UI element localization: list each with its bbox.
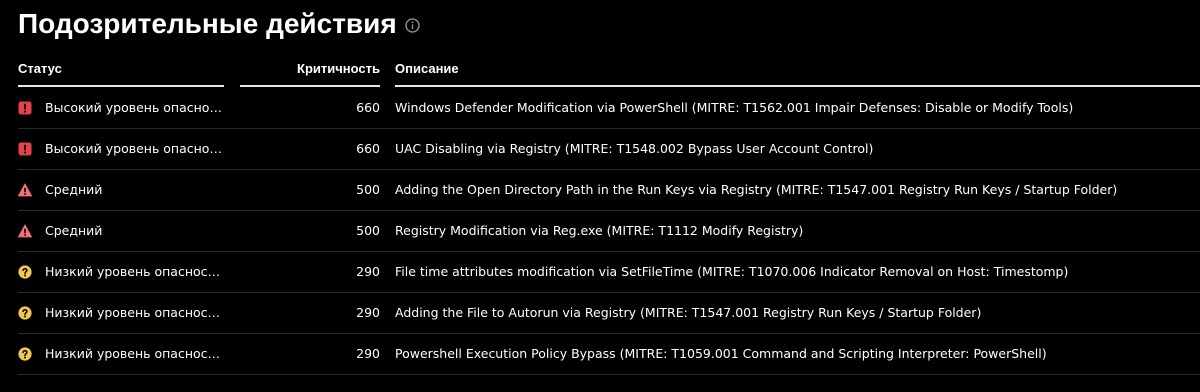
- table-row[interactable]: Низкий уровень опаснос… 290 File time attr…: [18, 252, 1200, 293]
- criticality-value: 290: [356, 264, 380, 279]
- column-header-criticality[interactable]: Критичность: [240, 56, 380, 87]
- table-row[interactable]: Средний 500 Adding the Open Directory Path…: [18, 170, 1200, 211]
- status-label: Высокий уровень опасно…: [45, 100, 222, 115]
- criticality-value: 290: [356, 305, 380, 320]
- description-text: Powershell Execution Policy Bypass (MITR…: [395, 346, 1047, 361]
- table-header: Статус Критичность Описание: [18, 56, 1200, 88]
- status-cell: Высокий уровень опасно…: [18, 88, 233, 128]
- status-label: Низкий уровень опаснос…: [45, 305, 221, 320]
- status-cell: Низкий уровень опаснос…: [18, 293, 233, 333]
- question-circle-icon: [18, 265, 32, 279]
- table-body: Высокий уровень опасно… 660 Windows Defend…: [18, 88, 1200, 375]
- column-header-status[interactable]: Статус: [18, 56, 224, 87]
- page-title: Подозрительные действия: [18, 8, 397, 39]
- status-label: Высокий уровень опасно…: [45, 141, 222, 156]
- table-row[interactable]: Высокий уровень опасно… 660 Windows Defend…: [18, 88, 1200, 129]
- question-circle-icon: [18, 347, 32, 361]
- description-text: Windows Defender Modification via PowerS…: [395, 100, 1074, 115]
- criticality-value: 660: [356, 100, 380, 115]
- status-cell: Низкий уровень опаснос…: [18, 334, 233, 374]
- table-row[interactable]: Низкий уровень опаснос… 290 Powershell Exe…: [18, 334, 1200, 375]
- table-row[interactable]: Высокий уровень опасно… 660 UAC Disabling …: [18, 129, 1200, 170]
- status-label: Средний: [45, 182, 103, 197]
- criticality-value: 500: [356, 223, 380, 238]
- question-circle-icon: [18, 306, 32, 320]
- exclamation-square-icon: [18, 101, 32, 115]
- info-icon[interactable]: [405, 18, 420, 33]
- criticality-value: 500: [356, 182, 380, 197]
- status-cell: Высокий уровень опасно…: [18, 129, 233, 169]
- column-header-description[interactable]: Описание: [395, 56, 1200, 87]
- description-text: UAC Disabling via Registry (MITRE: T1548…: [395, 141, 874, 156]
- description-text: File time attributes modification via Se…: [395, 264, 1069, 279]
- status-label: Средний: [45, 223, 103, 238]
- description-text: Adding the File to Autorun via Registry …: [395, 305, 982, 320]
- criticality-value: 660: [356, 141, 380, 156]
- table-row[interactable]: Средний 500 Registry Modification via Reg.…: [18, 211, 1200, 252]
- warning-triangle-icon: [18, 183, 32, 197]
- description-text: Adding the Open Directory Path in the Ru…: [395, 182, 1118, 197]
- warning-triangle-icon: [18, 224, 32, 238]
- header: Подозрительные действия: [18, 6, 420, 42]
- status-cell: Средний: [18, 211, 233, 251]
- exclamation-square-icon: [18, 142, 32, 156]
- status-cell: Низкий уровень опаснос…: [18, 252, 233, 292]
- suspicious-activities-table: Статус Критичность Описание Высокий уров…: [18, 56, 1200, 375]
- status-label: Низкий уровень опаснос…: [45, 346, 221, 361]
- status-label: Низкий уровень опаснос…: [45, 264, 221, 279]
- criticality-value: 290: [356, 346, 380, 361]
- status-cell: Средний: [18, 170, 233, 210]
- description-text: Registry Modification via Reg.exe (MITRE…: [395, 223, 804, 238]
- table-row[interactable]: Низкий уровень опаснос… 290 Adding the Fil…: [18, 293, 1200, 334]
